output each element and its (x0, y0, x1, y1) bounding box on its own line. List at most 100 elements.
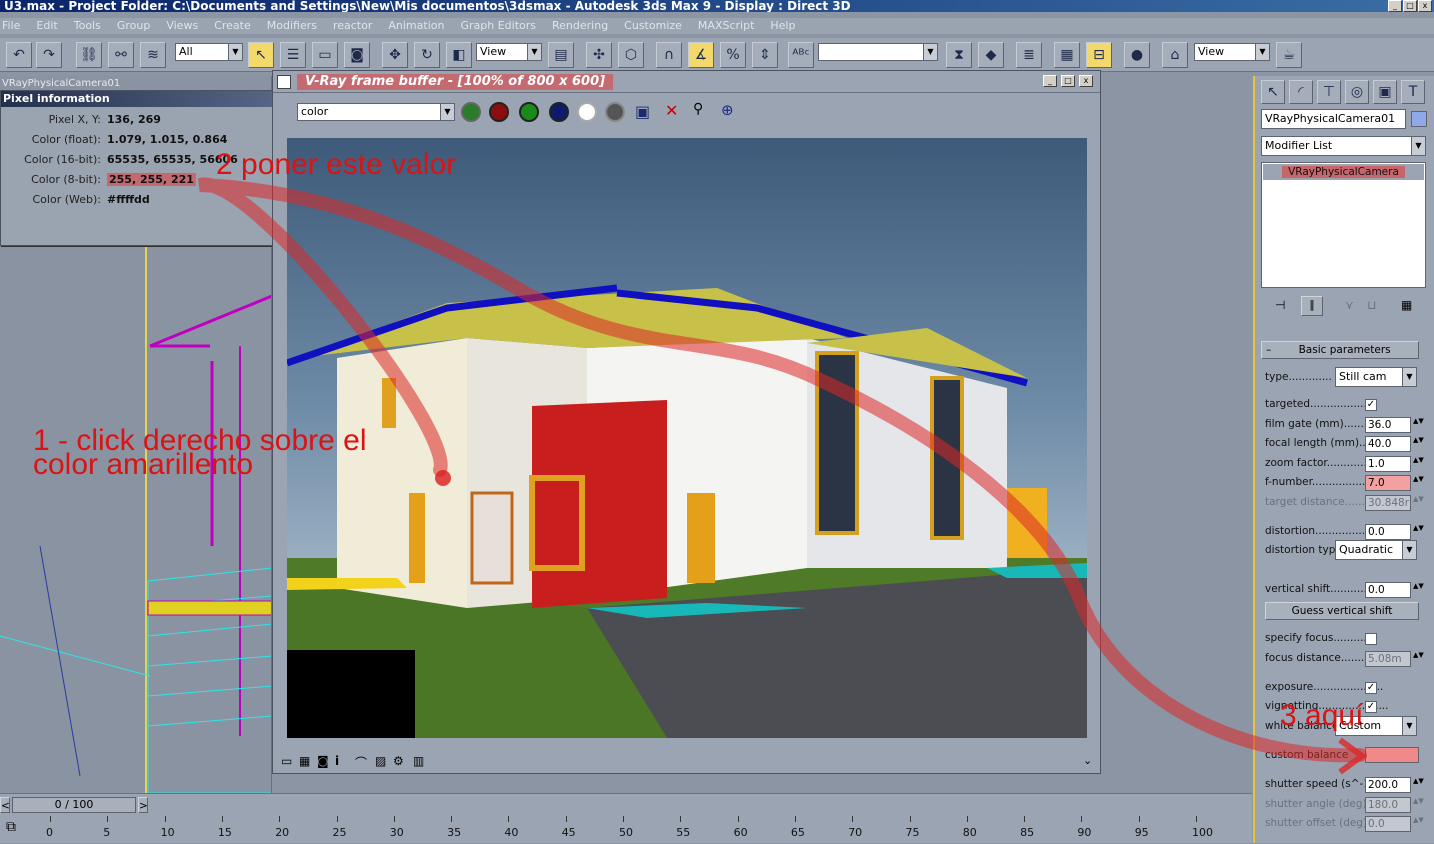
rgb-channel-icon[interactable] (461, 102, 481, 122)
shutter-angle-spinner[interactable]: 180.0 (1365, 797, 1411, 813)
keyboard-shortcut-icon[interactable]: ⬡ (618, 42, 644, 68)
configure-sets-icon[interactable]: ▦ (1401, 298, 1412, 312)
material-editor-icon[interactable]: ● (1124, 42, 1150, 68)
create-tab-icon[interactable]: ↖ (1261, 80, 1285, 104)
film-gate-spinner[interactable]: 36.0 (1365, 417, 1411, 433)
spinner-arrows[interactable]: ▲▼ (1413, 777, 1424, 793)
window-crossing-icon[interactable]: ◙ (344, 42, 370, 68)
menu-maxscript[interactable]: MAXScript (698, 18, 754, 34)
focal-length-spinner[interactable]: 40.0 (1365, 436, 1411, 452)
curve-icon[interactable]: ⌒ (355, 754, 367, 771)
guess-vertical-shift-button[interactable]: Guess vertical shift (1265, 602, 1419, 620)
rotate-icon[interactable]: ↻ (414, 42, 440, 68)
quick-render-icon[interactable]: ☕ (1276, 42, 1302, 68)
green-channel-icon[interactable] (519, 102, 539, 122)
schematic-view-icon[interactable]: ⊟ (1086, 42, 1112, 68)
spinner-arrows[interactable]: ▲▼ (1413, 456, 1424, 472)
targeted-checkbox[interactable]: ✓ (1365, 399, 1377, 411)
region-render-icon[interactable]: ⊕ (721, 101, 741, 121)
percent-snap-icon[interactable]: % (720, 42, 746, 68)
snaps-toggle-icon[interactable]: ∩ (656, 42, 682, 68)
make-unique-icon[interactable]: ⋎ (1345, 298, 1354, 312)
object-color-swatch[interactable] (1411, 111, 1427, 127)
show-end-result-icon[interactable]: ‖ (1301, 296, 1323, 316)
align-icon[interactable]: ◆ (978, 42, 1004, 68)
select-object-icon[interactable]: ↖ (248, 42, 274, 68)
object-name-field[interactable]: VRayPhysicalCamera01 (1261, 109, 1406, 129)
timeline-prev-icon[interactable]: < (0, 797, 10, 813)
named-selection-dropdown[interactable]: ▼ (818, 43, 938, 61)
save-icon[interactable]: ▣ (635, 102, 655, 122)
utilities-tab-icon[interactable]: T (1401, 80, 1425, 104)
rect-selection-icon[interactable]: ▭ (312, 42, 338, 68)
select-by-name-icon[interactable]: ☰ (280, 42, 306, 68)
modify-tab-icon[interactable]: ◜ (1289, 80, 1313, 104)
track-mouse-icon[interactable]: ⚲ (693, 101, 713, 121)
blue-channel-icon[interactable] (549, 102, 569, 122)
menu-help[interactable]: Help (770, 18, 795, 34)
time-slider[interactable]: 0 / 100 (12, 797, 136, 813)
maximize-button[interactable]: □ (1061, 75, 1075, 87)
curve-editor-icon[interactable]: ▦ (1054, 42, 1080, 68)
distortion-type-dropdown[interactable]: Quadratic ▼ (1335, 540, 1417, 560)
mirror-icon[interactable]: ⧗ (946, 42, 972, 68)
clear-icon[interactable]: ✕ (665, 101, 685, 121)
pin-stack-icon[interactable]: ⊣ (1275, 298, 1285, 312)
close-button[interactable]: x (1079, 75, 1093, 87)
display-tab-icon[interactable]: ▣ (1373, 80, 1397, 104)
edit-named-selection-icon[interactable]: ᴬᴮᶜ (788, 42, 814, 68)
rollout-header[interactable]: – Basic parameters (1261, 341, 1419, 359)
menu-create[interactable]: Create (214, 18, 251, 34)
scale-icon[interactable]: ◧ (446, 42, 472, 68)
exposure-icon[interactable]: ▨ (375, 754, 386, 768)
move-icon[interactable]: ✥ (382, 42, 408, 68)
custom-balance-swatch[interactable] (1365, 747, 1419, 763)
rendered-image[interactable] (287, 138, 1087, 738)
settings-icon[interactable]: ⚙ (393, 754, 404, 768)
unlink-icon[interactable]: ⚯ (108, 42, 134, 68)
stack-item[interactable]: VRayPhysicalCamera (1263, 164, 1424, 180)
color-correction-icon[interactable]: ▦ (299, 754, 310, 768)
info-icon[interactable]: i (335, 754, 339, 768)
minimize-button[interactable]: _ (1388, 0, 1402, 12)
pivot-center-icon[interactable]: ▤ (548, 42, 574, 68)
alpha-channel-icon[interactable] (577, 102, 597, 122)
spinner-arrows[interactable]: ▲▼ (1413, 436, 1424, 452)
type-dropdown[interactable]: Still cam ▼ (1335, 367, 1417, 387)
spinner-arrows[interactable]: ▲▼ (1413, 651, 1424, 667)
close-button[interactable]: x (1418, 0, 1432, 12)
display-toggle-icon[interactable]: ▭ (281, 754, 292, 768)
render-scene-icon[interactable]: ⌂ (1162, 42, 1188, 68)
timeline-next-icon[interactable]: > (138, 797, 148, 813)
shutter-offset-spinner[interactable]: 0.0 (1365, 816, 1411, 832)
menu-file[interactable]: File (2, 18, 20, 34)
zoom-factor-spinner[interactable]: 1.0 (1365, 456, 1411, 472)
render-type-dropdown[interactable]: View ▼ (1194, 43, 1270, 61)
undo-icon[interactable]: ↶ (6, 42, 32, 68)
lut-icon[interactable]: ▥ (413, 754, 424, 768)
menu-modifiers[interactable]: Modifiers (267, 18, 317, 34)
channel-dropdown[interactable]: color ▼ (297, 103, 455, 121)
spinner-arrows[interactable]: ▲▼ (1413, 816, 1424, 832)
menu-views[interactable]: Views (166, 18, 198, 34)
expand-chevron-icon[interactable]: ⌄ (1083, 754, 1092, 767)
menu-graph-editors[interactable]: Graph Editors (460, 18, 536, 34)
vignetting-checkbox[interactable]: ✓ (1365, 701, 1377, 713)
target-distance-spinner[interactable]: 30.848r (1365, 495, 1411, 511)
bind-space-warp-icon[interactable]: ≋ (140, 42, 166, 68)
spinner-arrows[interactable]: ▲▼ (1413, 797, 1424, 813)
red-channel-icon[interactable] (489, 102, 509, 122)
frame-ruler[interactable]: 0 5 10 15 20 25 30 35 40 45 50 55 60 65 70 75 80 85 90 95 10… (0, 816, 1252, 844)
shutter-speed-spinner[interactable]: 200.0 (1365, 777, 1411, 793)
spinner-arrows[interactable]: ▲▼ (1413, 417, 1424, 433)
spinner-arrows[interactable]: ▲▼ (1413, 524, 1424, 540)
distortion-spinner[interactable]: 0.0 (1365, 524, 1411, 540)
reference-coordinate-dropdown[interactable]: View ▼ (476, 43, 542, 61)
menu-edit[interactable]: Edit (36, 18, 57, 34)
menu-rendering[interactable]: Rendering (552, 18, 608, 34)
remove-modifier-icon[interactable]: ⊔ (1367, 298, 1376, 312)
redo-icon[interactable]: ↷ (36, 42, 62, 68)
focus-distance-spinner[interactable]: 5.08m (1365, 651, 1411, 667)
menu-customize[interactable]: Customize (624, 18, 682, 34)
spinner-arrows[interactable]: ▲▼ (1413, 582, 1424, 598)
